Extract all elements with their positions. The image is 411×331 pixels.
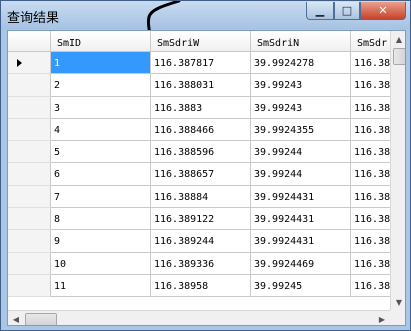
table-row[interactable]: 4 116.388466 39.9924355 116.38 xyxy=(8,118,391,142)
table-cell[interactable]: 8 xyxy=(51,208,151,231)
table-cell[interactable]: 116.38 xyxy=(351,230,391,253)
table-cell[interactable]: 116.38884 xyxy=(151,185,251,209)
table-cell[interactable]: 116.3883 xyxy=(151,96,251,119)
vertical-scroll-thumb[interactable] xyxy=(393,48,405,65)
scroll-right-button[interactable]: ▶ xyxy=(374,311,390,325)
table-cell[interactable]: 39.99245 xyxy=(251,274,351,298)
table-row[interactable]: 8 116.389122 39.9924431 116.38 xyxy=(8,208,391,231)
table-cell[interactable]: 6 xyxy=(51,163,151,186)
scrollbar-corner xyxy=(390,310,405,325)
row-header[interactable] xyxy=(8,230,51,253)
close-icon: ✕ xyxy=(378,4,388,17)
table-cell[interactable]: 116.389122 xyxy=(151,208,251,231)
table-cell[interactable]: 39.99243 xyxy=(251,74,351,97)
table-cell[interactable]: 3 xyxy=(51,96,151,119)
table-cell[interactable]: 2 xyxy=(51,74,151,97)
horizontal-scroll-thumb[interactable] xyxy=(25,313,57,325)
arrow-down-icon: ▼ xyxy=(395,297,403,307)
table-cell[interactable]: 116.38958 xyxy=(151,274,251,298)
table-cell[interactable]: 116.38 xyxy=(351,52,391,75)
table-cell[interactable]: 116.38 xyxy=(351,74,391,97)
table-row[interactable]: 11 116.38958 39.99245 116.38 xyxy=(8,274,391,298)
row-header[interactable] xyxy=(8,118,51,142)
table-cell[interactable]: 9 xyxy=(51,230,151,253)
scroll-down-button[interactable]: ▼ xyxy=(391,294,405,310)
arrow-up-icon: ▲ xyxy=(395,34,403,44)
table-cell[interactable]: 39.9924431 xyxy=(251,230,351,253)
table-cell[interactable]: 116.388031 xyxy=(151,74,251,97)
table-cell[interactable]: 116.389336 xyxy=(151,252,251,275)
arrow-right-icon: ▶ xyxy=(378,314,386,324)
table-cell[interactable]: 39.9924278 xyxy=(251,52,351,75)
grid-rows: 1 116.387817 39.9924278 116.38 2 116.388031 39… xyxy=(8,52,391,298)
column-header-smid[interactable]: SmID xyxy=(51,31,151,52)
table-cell[interactable]: 116.389244 xyxy=(151,230,251,253)
row-header[interactable] xyxy=(8,274,51,298)
minimize-button[interactable]: ▁ xyxy=(306,2,334,20)
table-cell[interactable]: 116.38 xyxy=(351,274,391,298)
table-cell[interactable]: 116.38 xyxy=(351,118,391,142)
column-header-smsdr[interactable]: SmSdr xyxy=(351,31,391,52)
table-row[interactable]: 5 116.388596 39.99244 116.38 xyxy=(8,141,391,164)
table-row[interactable]: 1 116.387817 39.9924278 116.38 xyxy=(8,52,391,75)
table-row[interactable]: 7 116.38884 39.9924431 116.38 xyxy=(8,185,391,209)
row-header[interactable] xyxy=(8,163,51,186)
row-header[interactable] xyxy=(8,96,51,119)
vertical-scrollbar[interactable]: ▲ ▼ xyxy=(390,31,405,310)
row-header[interactable] xyxy=(8,141,51,164)
corner-header-cell[interactable] xyxy=(8,31,51,52)
table-row[interactable]: 3 116.3883 39.99243 116.38 xyxy=(8,96,391,119)
table-cell[interactable]: 116.38 xyxy=(351,141,391,164)
table-cell[interactable]: 116.38 xyxy=(351,208,391,231)
table-cell[interactable]: 39.9924469 xyxy=(251,252,351,275)
query-results-window: 查询结果 ▁ □ ✕ SmID SmSdriW SmSdriN SmSdr 11… xyxy=(0,0,411,331)
table-cell[interactable]: 4 xyxy=(51,118,151,142)
row-header[interactable] xyxy=(8,252,51,275)
table-cell[interactable]: 1 xyxy=(51,52,151,75)
minimize-icon: ▁ xyxy=(315,4,325,17)
table-cell[interactable]: 39.9924355 xyxy=(251,118,351,142)
table-cell[interactable]: 39.9924431 xyxy=(251,185,351,209)
table-cell[interactable]: 116.38 xyxy=(351,252,391,275)
table-cell[interactable]: 116.388466 xyxy=(151,118,251,142)
row-header[interactable] xyxy=(8,52,51,75)
table-cell[interactable]: 39.99244 xyxy=(251,141,351,164)
table-cell[interactable]: 116.388596 xyxy=(151,141,251,164)
table-cell[interactable]: 39.99244 xyxy=(251,163,351,186)
table-cell[interactable]: 11 xyxy=(51,274,151,298)
table-row[interactable]: 2 116.388031 39.99243 116.38 xyxy=(8,74,391,97)
table-cell[interactable]: 7 xyxy=(51,185,151,209)
horizontal-scrollbar[interactable]: ◀ ▶ xyxy=(8,310,390,325)
table-cell[interactable]: 116.38 xyxy=(351,96,391,119)
table-cell[interactable]: 116.38 xyxy=(351,163,391,186)
column-header-smsdriw[interactable]: SmSdriW xyxy=(151,31,251,52)
maximize-button[interactable]: □ xyxy=(334,2,360,20)
row-header[interactable] xyxy=(8,208,51,231)
maximize-icon: □ xyxy=(341,4,353,17)
current-row-arrow-icon xyxy=(17,59,22,67)
arrow-left-icon: ◀ xyxy=(12,314,20,324)
table-row[interactable]: 10 116.389336 39.9924469 116.38 xyxy=(8,252,391,275)
table-cell[interactable]: 116.38 xyxy=(351,185,391,209)
grid-header: SmID SmSdriW SmSdriN SmSdr xyxy=(8,31,391,52)
table-cell[interactable]: 39.99243 xyxy=(251,96,351,119)
table-row[interactable]: 9 116.389244 39.9924431 116.38 xyxy=(8,230,391,253)
table-cell[interactable]: 10 xyxy=(51,252,151,275)
scroll-left-button[interactable]: ◀ xyxy=(8,311,24,325)
table-cell[interactable]: 5 xyxy=(51,141,151,164)
close-button[interactable]: ✕ xyxy=(360,2,406,20)
results-grid[interactable]: SmID SmSdriW SmSdriN SmSdr 1 116.387817 39… xyxy=(7,30,406,326)
column-header-smsdrin[interactable]: SmSdriN xyxy=(251,31,351,52)
table-cell[interactable]: 116.387817 xyxy=(151,52,251,75)
table-row[interactable]: 6 116.388657 39.99244 116.38 xyxy=(8,163,391,186)
table-cell[interactable]: 116.388657 xyxy=(151,163,251,186)
row-header[interactable] xyxy=(8,74,51,97)
table-cell[interactable]: 39.9924431 xyxy=(251,208,351,231)
scroll-up-button[interactable]: ▲ xyxy=(391,31,405,47)
row-header[interactable] xyxy=(8,185,51,209)
